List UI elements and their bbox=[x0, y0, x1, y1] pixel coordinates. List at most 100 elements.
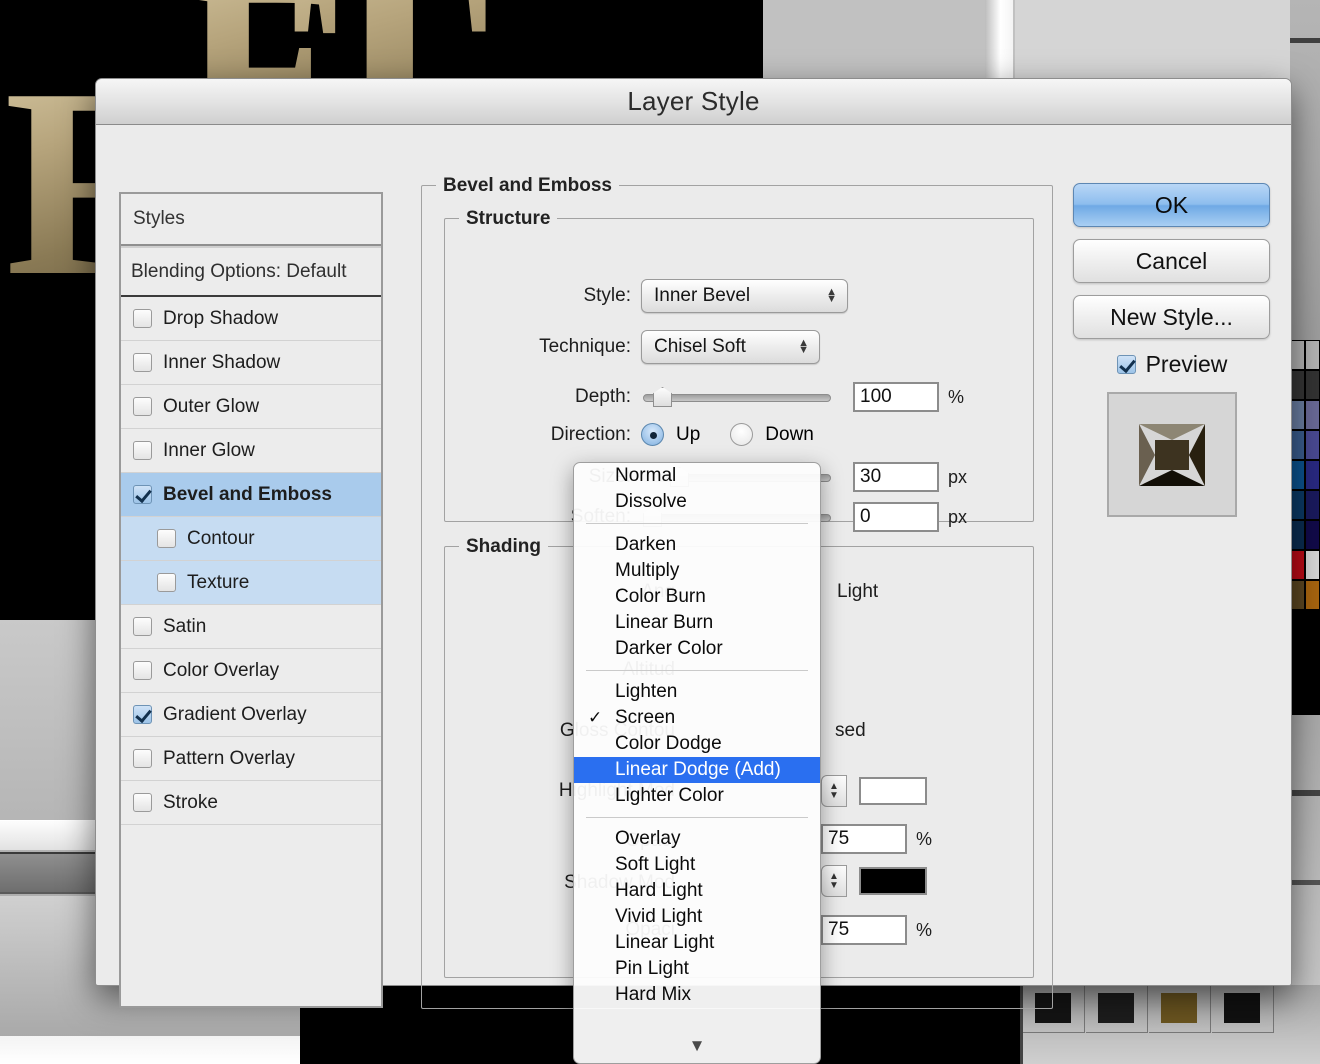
effect-checkbox[interactable] bbox=[133, 397, 152, 416]
swatch-row[interactable] bbox=[1290, 490, 1320, 520]
depth-slider[interactable] bbox=[643, 390, 831, 404]
menu-item-normal[interactable]: Normal bbox=[574, 463, 820, 489]
layer-thumbnail-cell[interactable] bbox=[1086, 985, 1148, 1033]
effect-checkbox[interactable] bbox=[133, 749, 152, 768]
layer-thumbnail-strip[interactable] bbox=[1020, 985, 1320, 1064]
menu-item-pin-light[interactable]: Pin Light bbox=[574, 956, 820, 982]
swatch-row[interactable] bbox=[1290, 340, 1320, 370]
color-swatch[interactable] bbox=[1305, 520, 1320, 550]
depth-slider-knob[interactable] bbox=[653, 387, 672, 407]
color-swatch[interactable] bbox=[1290, 430, 1305, 460]
sidebar-item-drop-shadow[interactable]: Drop Shadow bbox=[121, 297, 381, 341]
menu-item-screen[interactable]: ✓Screen bbox=[574, 705, 820, 731]
swatch-row[interactable] bbox=[1290, 580, 1320, 610]
menu-item-hard-light[interactable]: Hard Light bbox=[574, 878, 820, 904]
sidebar-item-contour[interactable]: Contour bbox=[121, 517, 381, 561]
color-swatch[interactable] bbox=[1290, 400, 1305, 430]
direction-up-radio[interactable] bbox=[641, 423, 664, 446]
swatch-row[interactable] bbox=[1290, 520, 1320, 550]
effect-checkbox[interactable] bbox=[133, 353, 152, 372]
color-swatch[interactable] bbox=[1305, 580, 1320, 610]
menu-item-color-dodge[interactable]: Color Dodge bbox=[574, 731, 820, 757]
color-swatch[interactable] bbox=[1305, 400, 1320, 430]
menu-item-hard-mix[interactable]: Hard Mix bbox=[574, 982, 820, 1008]
swatch-row[interactable] bbox=[1290, 550, 1320, 580]
menu-item-soft-light[interactable]: Soft Light bbox=[574, 852, 820, 878]
layer-thumbnail-cell[interactable] bbox=[1212, 985, 1274, 1033]
sidebar-item-texture[interactable]: Texture bbox=[121, 561, 381, 605]
menu-item-dissolve[interactable]: Dissolve bbox=[574, 489, 820, 515]
sidebar-item-inner-glow[interactable]: Inner Glow bbox=[121, 429, 381, 473]
layer-thumbnail-cell[interactable] bbox=[1149, 985, 1211, 1033]
menu-item-linear-light[interactable]: Linear Light bbox=[574, 930, 820, 956]
color-swatches-panel[interactable] bbox=[1290, 340, 1320, 610]
menu-item-color-burn[interactable]: Color Burn bbox=[574, 584, 820, 610]
technique-select[interactable]: Chisel Soft ▲▼ bbox=[641, 330, 820, 364]
menu-item-linear-dodge-add-[interactable]: Linear Dodge (Add) bbox=[574, 757, 820, 783]
swatch-row[interactable] bbox=[1290, 400, 1320, 430]
shadow-mode-spinner[interactable]: ▲▼ bbox=[821, 865, 847, 897]
effect-checkbox[interactable] bbox=[133, 441, 152, 460]
color-swatch[interactable] bbox=[1290, 550, 1305, 580]
dialog-titlebar[interactable]: Layer Style bbox=[96, 79, 1291, 125]
styles-header[interactable]: Styles bbox=[121, 194, 381, 246]
preview-toggle-row[interactable]: Preview bbox=[1073, 351, 1271, 378]
sidebar-item-blending-options[interactable]: Blending Options: Default bbox=[121, 246, 381, 297]
color-swatch[interactable] bbox=[1305, 460, 1320, 490]
menu-item-vivid-light[interactable]: Vivid Light bbox=[574, 904, 820, 930]
use-global-light-row[interactable]: Light bbox=[837, 581, 878, 603]
color-swatch[interactable] bbox=[1305, 340, 1320, 370]
sidebar-item-satin[interactable]: Satin bbox=[121, 605, 381, 649]
sidebar-item-inner-shadow[interactable]: Inner Shadow bbox=[121, 341, 381, 385]
depth-input[interactable]: 100 bbox=[853, 382, 939, 412]
color-swatch[interactable] bbox=[1290, 490, 1305, 520]
color-swatch[interactable] bbox=[1305, 550, 1320, 580]
sidebar-item-pattern-overlay[interactable]: Pattern Overlay bbox=[121, 737, 381, 781]
menu-item-darken[interactable]: Darken bbox=[574, 532, 820, 558]
effect-checkbox[interactable] bbox=[157, 573, 176, 592]
direction-down-radio[interactable] bbox=[730, 423, 753, 446]
swatch-row[interactable] bbox=[1290, 430, 1320, 460]
color-swatch[interactable] bbox=[1305, 490, 1320, 520]
menu-scroll-down-arrow[interactable]: ▼ bbox=[574, 1033, 820, 1059]
color-swatch[interactable] bbox=[1305, 370, 1320, 400]
color-swatch[interactable] bbox=[1290, 340, 1305, 370]
effect-checkbox[interactable] bbox=[133, 661, 152, 680]
sidebar-item-bevel-and-emboss[interactable]: Bevel and Emboss bbox=[121, 473, 381, 517]
effect-checkbox[interactable] bbox=[133, 485, 152, 504]
color-swatch[interactable] bbox=[1290, 520, 1305, 550]
effect-checkbox[interactable] bbox=[133, 617, 152, 636]
size-input[interactable]: 30 bbox=[853, 462, 939, 492]
shadow-opacity-input[interactable]: 75 bbox=[821, 915, 907, 945]
new-style-button[interactable]: New Style... bbox=[1073, 295, 1270, 339]
menu-item-darker-color[interactable]: Darker Color bbox=[574, 636, 820, 662]
cancel-button[interactable]: Cancel bbox=[1073, 239, 1270, 283]
sidebar-item-gradient-overlay[interactable]: Gradient Overlay bbox=[121, 693, 381, 737]
style-select[interactable]: Inner Bevel ▲▼ bbox=[641, 279, 848, 313]
menu-item-lighten[interactable]: Lighten bbox=[574, 679, 820, 705]
menu-item-multiply[interactable]: Multiply bbox=[574, 558, 820, 584]
ok-button[interactable]: OK bbox=[1073, 183, 1270, 227]
menu-item-overlay[interactable]: Overlay bbox=[574, 826, 820, 852]
shadow-color-well[interactable] bbox=[859, 867, 927, 895]
highlight-opacity-input[interactable]: 75 bbox=[821, 824, 907, 854]
effect-checkbox[interactable] bbox=[133, 705, 152, 724]
color-swatch[interactable] bbox=[1305, 430, 1320, 460]
effect-checkbox[interactable] bbox=[133, 793, 152, 812]
anti-aliased-row[interactable]: sed bbox=[835, 720, 866, 742]
soften-input[interactable]: 0 bbox=[853, 502, 939, 532]
menu-item-lighter-color[interactable]: Lighter Color bbox=[574, 783, 820, 809]
highlight-color-well[interactable] bbox=[859, 777, 927, 805]
effect-checkbox[interactable] bbox=[133, 309, 152, 328]
color-swatch[interactable] bbox=[1290, 460, 1305, 490]
sidebar-item-stroke[interactable]: Stroke bbox=[121, 781, 381, 825]
swatch-row[interactable] bbox=[1290, 370, 1320, 400]
sidebar-item-outer-glow[interactable]: Outer Glow bbox=[121, 385, 381, 429]
highlight-mode-spinner[interactable]: ▲▼ bbox=[821, 775, 847, 807]
blend-mode-popup-menu[interactable]: NormalDissolve DarkenMultiplyColor Burn Li… bbox=[573, 462, 821, 1064]
preview-checkbox[interactable] bbox=[1117, 355, 1136, 374]
effect-checkbox[interactable] bbox=[157, 529, 176, 548]
color-swatch[interactable] bbox=[1290, 580, 1305, 610]
color-swatch[interactable] bbox=[1290, 370, 1305, 400]
sidebar-item-color-overlay[interactable]: Color Overlay bbox=[121, 649, 381, 693]
